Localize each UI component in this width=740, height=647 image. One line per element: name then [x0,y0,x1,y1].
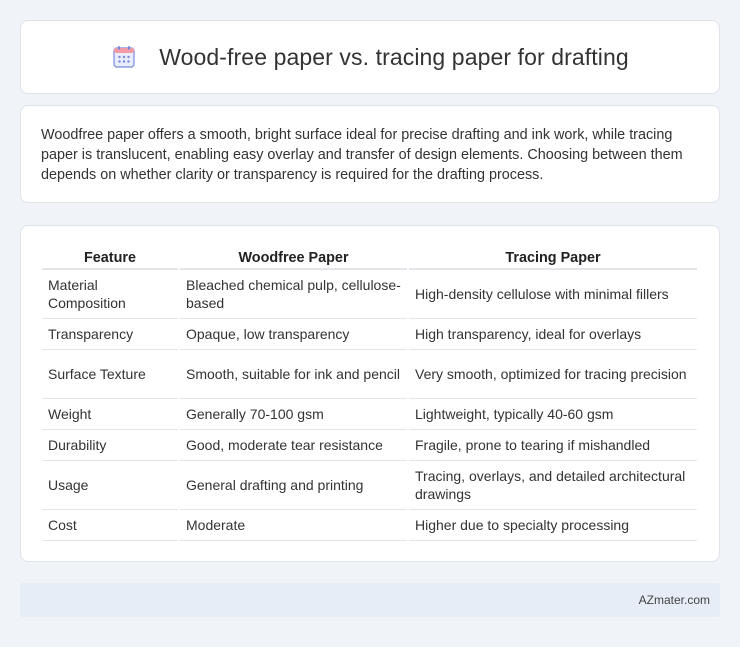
table-cell: Good, moderate tear resistance [180,430,407,461]
column-header-feature: Feature [42,244,178,270]
table-row: Usage General drafting and printing Trac… [42,461,697,510]
table-cell: Smooth, suitable for ink and pencil [180,350,407,399]
table-cell: Usage [42,461,178,510]
table-row: Cost Moderate Higher due to specialty pr… [42,510,697,541]
footer-site-link[interactable]: AZmater.com [639,593,710,607]
table-row: Surface Texture Smooth, suitable for ink… [42,350,697,399]
table-cell: Durability [42,430,178,461]
column-header-tracing: Tracing Paper [409,244,697,270]
table-cell: Opaque, low transparency [180,319,407,350]
footer-bar: AZmater.com [20,583,720,617]
table-cell: Higher due to specialty processing [409,510,697,541]
table-cell: Fragile, prone to tearing if mishandled [409,430,697,461]
table-cell: Tracing, overlays, and detailed architec… [409,461,697,510]
comparison-table-card: Feature Woodfree Paper Tracing Paper Mat… [20,225,720,562]
calendar-icon [111,44,137,70]
table-cell: Material Composition [42,270,178,319]
table-cell: High-density cellulose with minimal fill… [409,270,697,319]
table-cell: Weight [42,399,178,430]
table-cell: Generally 70-100 gsm [180,399,407,430]
table-cell: Very smooth, optimized for tracing preci… [409,350,697,399]
table-cell: General drafting and printing [180,461,407,510]
table-cell: Moderate [180,510,407,541]
table-row: Material Composition Bleached chemical p… [42,270,697,319]
table-cell: Cost [42,510,178,541]
table-cell: Transparency [42,319,178,350]
description-card: Woodfree paper offers a smooth, bright s… [20,105,720,203]
table-row: Transparency Opaque, low transparency Hi… [42,319,697,350]
title-card: Wood-free paper vs. tracing paper for dr… [20,20,720,94]
column-header-woodfree: Woodfree Paper [180,244,407,270]
table-cell: Surface Texture [42,350,178,399]
table-header-row: Feature Woodfree Paper Tracing Paper [42,244,697,270]
description-text: Woodfree paper offers a smooth, bright s… [41,127,683,183]
table-row: Weight Generally 70-100 gsm Lightweight,… [42,399,697,430]
table-cell: Lightweight, typically 40-60 gsm [409,399,697,430]
table-row: Durability Good, moderate tear resistanc… [42,430,697,461]
table-cell: High transparency, ideal for overlays [409,319,697,350]
comparison-table: Feature Woodfree Paper Tracing Paper Mat… [40,244,699,541]
page-title: Wood-free paper vs. tracing paper for dr… [159,43,629,70]
table-cell: Bleached chemical pulp, cellulose-based [180,270,407,319]
